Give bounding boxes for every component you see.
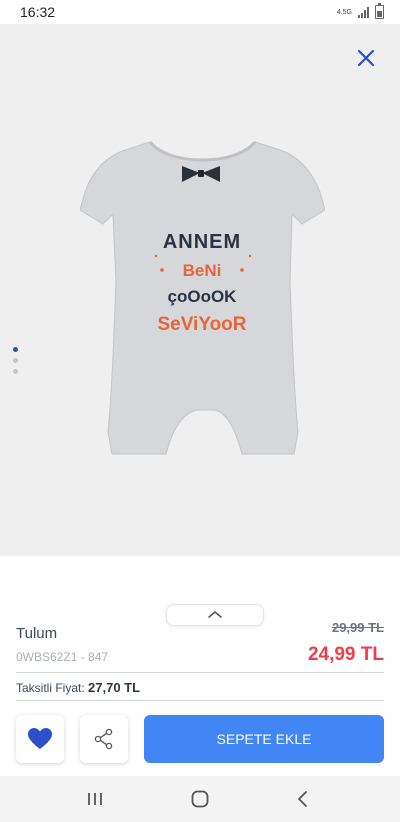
print-line: ANNEM: [163, 231, 241, 253]
installment-label: Taksitli Fiyat:: [16, 681, 85, 695]
product-name: Tulum: [16, 625, 58, 642]
installment-value: 27,70 TL: [88, 680, 141, 695]
system-nav-bar: [0, 776, 400, 822]
status-icons: 4.5G: [336, 3, 384, 20]
back-button[interactable]: [273, 776, 333, 822]
close-button[interactable]: [352, 44, 380, 72]
recent-apps-button[interactable]: [65, 776, 125, 822]
share-icon: [94, 728, 113, 750]
add-to-cart-button[interactable]: SEPETE EKLE: [144, 715, 384, 763]
recent-apps-icon: [88, 793, 102, 805]
back-icon: [298, 791, 307, 807]
image-pager: [13, 347, 18, 374]
heart-icon: [28, 728, 52, 749]
pager-dot[interactable]: [13, 369, 18, 374]
home-button[interactable]: [170, 776, 230, 822]
product-image-gallery[interactable]: ANNEM BeNi çoOoOK SeViYooR: [0, 24, 400, 556]
expand-details-handle[interactable]: [166, 604, 264, 626]
network-type-icon: 4.5G: [336, 8, 352, 16]
print-line: SeViYooR: [157, 314, 246, 335]
share-button[interactable]: [80, 715, 128, 763]
product-image: ANNEM BeNi çoOoOK SeViYooR: [80, 140, 325, 455]
close-icon: [357, 49, 375, 67]
favorite-button[interactable]: [16, 715, 64, 763]
installment-price: Taksitli Fiyat: 27,70 TL: [16, 680, 140, 695]
product-code: 0WBS62Z1 - 847: [16, 650, 109, 664]
pager-dot[interactable]: [13, 358, 18, 363]
chevron-up-icon: [208, 611, 222, 618]
sale-price: 24,99 TL: [307, 644, 384, 665]
battery-icon: [375, 3, 384, 19]
status-bar: 16:32 4.5G: [0, 0, 400, 24]
print-line: çoOoOK: [168, 287, 238, 306]
divider: [16, 672, 384, 673]
signal-icon: [358, 6, 369, 18]
pager-dot[interactable]: [13, 347, 18, 352]
home-icon: [191, 790, 209, 808]
status-time: 16:32: [20, 4, 56, 20]
old-price: 29,99 TL: [331, 620, 384, 635]
divider: [16, 700, 384, 701]
print-line: BeNi: [183, 261, 222, 280]
